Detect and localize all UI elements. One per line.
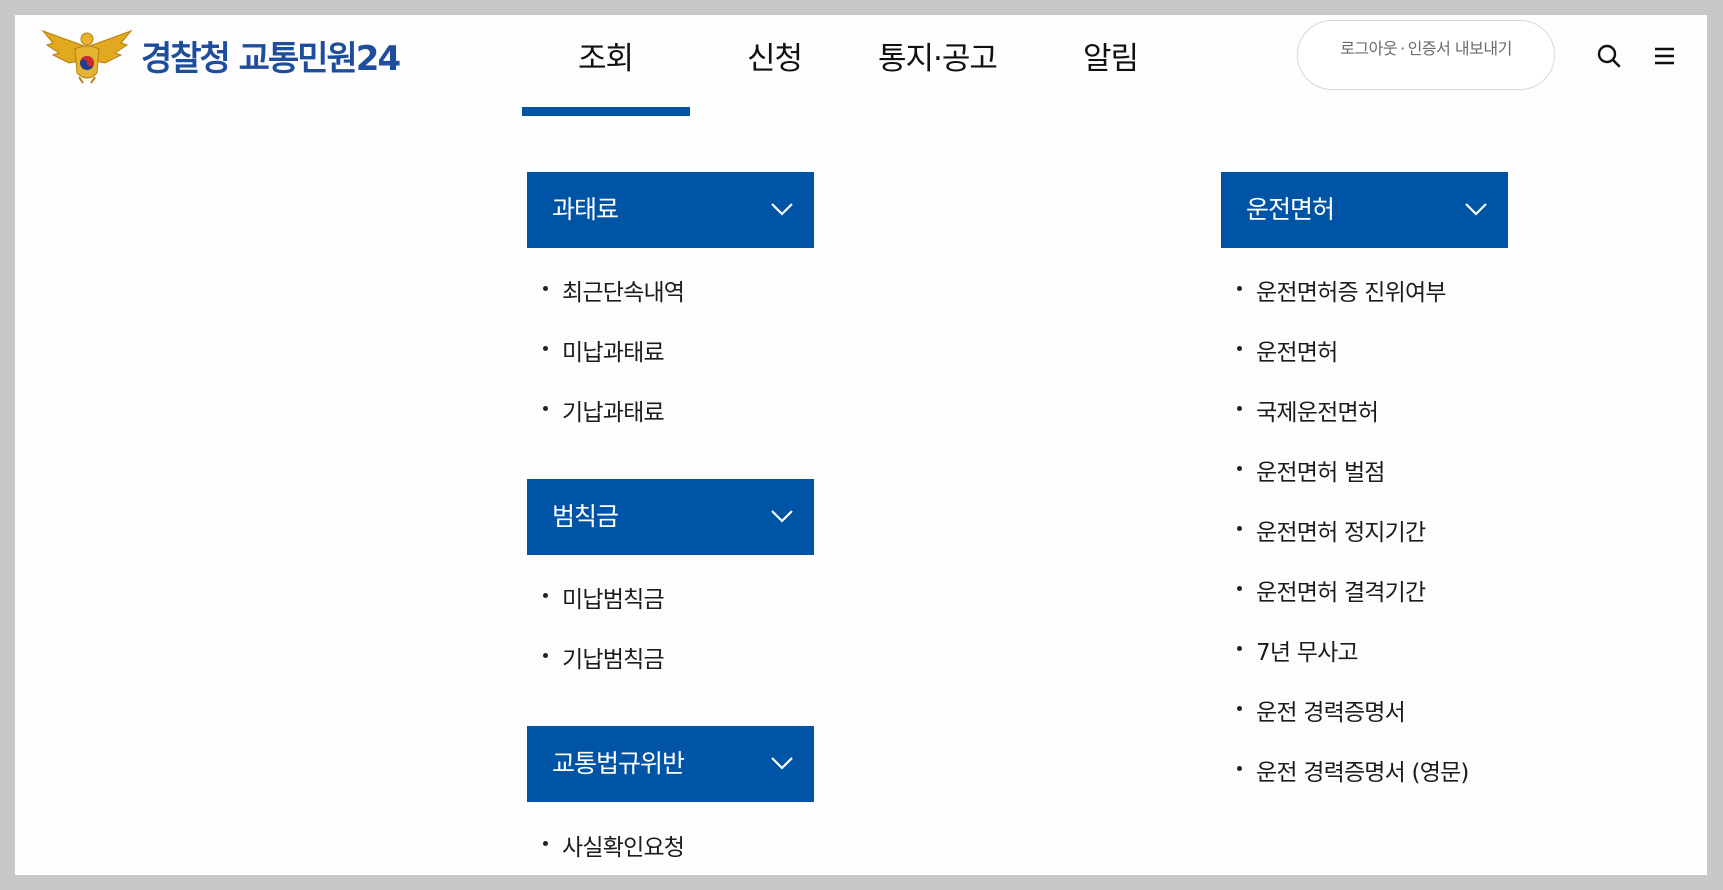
menu-icon[interactable] [1649,41,1679,71]
category-driver-license[interactable]: 운전면허 [1221,172,1508,248]
menu-item-license-points[interactable]: 운전면허 벌점 [1221,453,1385,487]
category-fine-title: 과태료 [552,195,619,224]
menu-item-license-disqualification[interactable]: 운전면허 결격기간 [1221,573,1426,607]
menu-item-license-suspension[interactable]: 운전면허 정지기간 [1221,513,1426,547]
category-penalty-title: 범칙금 [552,502,619,531]
chevron-down-icon [771,510,793,523]
menu-item-unpaid-fine[interactable]: 미납과태료 [527,333,665,367]
nav-notice[interactable]: 통지·공고 [878,33,998,78]
menu-item-driving-career-certificate[interactable]: 운전 경력증명서 [1221,693,1406,727]
category-fine[interactable]: 과태료 [527,172,814,248]
nav-alert[interactable]: 알림 [1083,33,1139,78]
search-icon[interactable] [1594,41,1624,71]
auth-separator: · [1400,39,1405,58]
site-logo[interactable]: 경찰청 교통민원24 [39,25,401,85]
menu-item-seven-year-no-accident[interactable]: 7년 무사고 [1221,633,1359,667]
menu-item-license[interactable]: 운전면허 [1221,333,1338,367]
menu-item-recent-enforcement[interactable]: 최근단속내역 [527,273,685,307]
chevron-down-icon [1465,203,1487,216]
nav-inquiry[interactable]: 조회 [578,33,634,78]
menu-item-driving-career-certificate-english[interactable]: 운전 경력증명서 (영문) [1221,753,1469,787]
export-certificate-link[interactable]: 인증서 내보내기 [1408,39,1513,58]
auth-box: 로그아웃 · 인증서 내보내기 [1297,20,1555,90]
chevron-down-icon [771,203,793,216]
category-penalty[interactable]: 범칙금 [527,479,814,555]
menu-item-paid-fine[interactable]: 기납과태료 [527,393,665,427]
police-emblem-icon [41,29,133,84]
menu-item-paid-penalty[interactable]: 기납범칙금 [527,640,665,674]
active-nav-indicator [522,107,690,116]
nav-application[interactable]: 신청 [747,33,803,78]
menu-item-license-authenticity[interactable]: 운전면허증 진위여부 [1221,273,1447,307]
logo-text: 경찰청 교통민원24 [141,38,401,79]
menu-item-unpaid-penalty[interactable]: 미납범칙금 [527,580,665,614]
menu-item-fact-check-request[interactable]: 사실확인요청 [527,828,685,862]
category-traffic-violation-title: 교통법규위반 [552,749,685,778]
category-traffic-violation[interactable]: 교통법규위반 [527,726,814,802]
chevron-down-icon [771,757,793,770]
menu-item-international-license[interactable]: 국제운전면허 [1221,393,1379,427]
page: 경찰청 교통민원24 조회 신청 통지·공고 알림 로그아웃 · 인증서 내보내기 … [15,15,1707,875]
category-driver-license-title: 운전면허 [1246,195,1335,224]
logout-link[interactable]: 로그아웃 [1340,39,1397,58]
